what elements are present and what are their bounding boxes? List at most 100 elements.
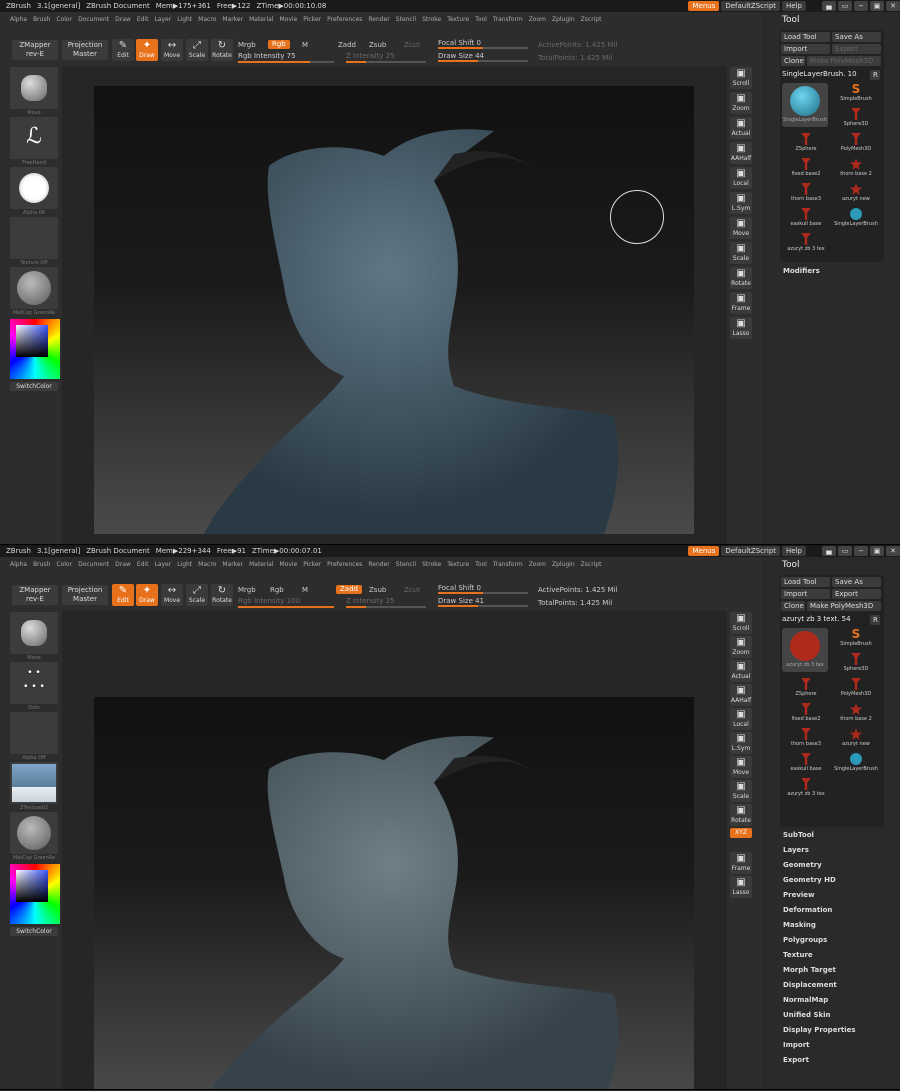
menu-zoom[interactable]: Zoom [529, 16, 546, 23]
tool-item[interactable]: SingleLayerBrush [832, 208, 880, 232]
tool-item[interactable]: easkull base [782, 753, 830, 777]
menus-toggle-button[interactable]: Menus [688, 546, 720, 556]
tool-item[interactable]: S SimpleBrush [832, 628, 880, 652]
shelf-scale-button[interactable]: ▣ Scale [730, 242, 752, 264]
window-icon[interactable]: ▭ [838, 546, 852, 556]
tool-item[interactable]: easkull base [782, 208, 830, 232]
tool-section-geometry[interactable]: Geometry [783, 861, 822, 869]
menu-transform[interactable]: Transform [493, 561, 523, 568]
tool-section-morph-target[interactable]: Morph Target [783, 966, 836, 974]
color-picker[interactable] [10, 864, 60, 924]
move-mode-button[interactable]: ↔ Move [161, 39, 183, 61]
menu-stencil[interactable]: Stencil [396, 561, 416, 568]
draw-mode-button[interactable]: ✦ Draw [136, 39, 158, 61]
menu-macro[interactable]: Macro [198, 16, 216, 23]
tool-item[interactable]: azuryt new [832, 183, 880, 207]
color-sv-square[interactable] [16, 325, 48, 357]
minimize-icon[interactable]: − [854, 546, 868, 556]
menu-brush[interactable]: Brush [33, 561, 50, 568]
draw-size-track[interactable] [438, 605, 528, 607]
tool-section-display-properties[interactable]: Display Properties [783, 1026, 856, 1034]
m-button[interactable]: M [302, 586, 308, 594]
m-button[interactable]: M [302, 41, 308, 49]
tool-item[interactable]: Sphere3D [832, 653, 880, 677]
shelf-lasso-button[interactable]: ▣ Lasso [730, 876, 752, 898]
switch-color-button[interactable]: SwitchColor [10, 927, 58, 936]
z-intensity-track[interactable] [346, 61, 426, 63]
make-polymesh-button[interactable]: Make PolyMesh3D [807, 601, 881, 611]
menu-stroke[interactable]: Stroke [422, 16, 441, 23]
material-slot[interactable] [10, 267, 58, 309]
menu-edit[interactable]: Edit [137, 16, 149, 23]
rgb-button[interactable]: Rgb [268, 40, 290, 49]
tool-item[interactable]: thorn base3 [782, 183, 830, 207]
menu-picker[interactable]: Picker [303, 561, 321, 568]
stroke-slot[interactable]: ℒ [10, 117, 58, 159]
menu-render[interactable]: Render [368, 561, 389, 568]
color-sv-square[interactable] [16, 870, 48, 902]
menu-movie[interactable]: Movie [279, 16, 297, 23]
texture-slot[interactable] [10, 217, 58, 259]
zsub-button[interactable]: Zsub [369, 586, 386, 594]
shelf-scroll-button[interactable]: ▣ Scroll [730, 67, 752, 89]
tool-section-deformation[interactable]: Deformation [783, 906, 832, 914]
rgb-intensity-slider[interactable]: Rgb Intensity 75 [238, 52, 296, 60]
tool-item[interactable]: PolyMesh3D [832, 133, 880, 157]
menu-preferences[interactable]: Preferences [327, 561, 362, 568]
rotate-mode-button[interactable]: ↻ Rotate [211, 584, 233, 606]
zcut-button[interactable]: Zcut [404, 41, 420, 49]
default-zscript-button[interactable]: DefaultZScript [721, 546, 781, 556]
zmapper-button[interactable]: ZMapper rev-E [12, 585, 58, 605]
import-button[interactable]: Import [781, 44, 830, 54]
restore-icon[interactable]: ▣ [870, 546, 884, 556]
zcut-button[interactable]: Zcut [404, 586, 420, 594]
rotate-mode-button[interactable]: ↻ Rotate [211, 39, 233, 61]
tool-item[interactable]: thorn base 2 [832, 158, 880, 182]
import-button[interactable]: Import [781, 589, 830, 599]
sculpt-viewport[interactable] [94, 86, 694, 534]
draw-mode-button[interactable]: ✦ Draw [136, 584, 158, 606]
menu-movie[interactable]: Movie [279, 561, 297, 568]
tool-item[interactable]: ZSphere [782, 678, 830, 702]
mrgb-button[interactable]: Mrgb [238, 586, 256, 594]
window-icon[interactable]: ▭ [838, 1, 852, 11]
brush-slot[interactable] [10, 67, 58, 109]
menu-document[interactable]: Document [78, 561, 109, 568]
shelf-zoom-button[interactable]: ▣ Zoom [730, 636, 752, 658]
menu-zscript[interactable]: Zscript [581, 16, 602, 23]
menu-stencil[interactable]: Stencil [396, 16, 416, 23]
tool-item[interactable]: PolyMesh3D [832, 678, 880, 702]
tool-item[interactable]: S SimpleBrush [832, 83, 880, 107]
tool-section-import[interactable]: Import [783, 1041, 810, 1049]
menu-color[interactable]: Color [56, 561, 72, 568]
reset-tool-button[interactable]: R [870, 70, 880, 80]
shelf-lsym-button[interactable]: ▣ L.Sym [730, 192, 752, 214]
menu-brush[interactable]: Brush [33, 16, 50, 23]
zsub-button[interactable]: Zsub [369, 41, 386, 49]
load-tool-button[interactable]: Load Tool [781, 577, 830, 587]
tool-section-preview[interactable]: Preview [783, 891, 815, 899]
menu-zoom[interactable]: Zoom [529, 561, 546, 568]
shelf-rotate-button[interactable]: ▣ Rotate [730, 804, 752, 826]
menu-render[interactable]: Render [368, 16, 389, 23]
menu-draw[interactable]: Draw [115, 561, 131, 568]
tool-item[interactable]: azuryt new [832, 728, 880, 752]
minimize-icon[interactable]: − [854, 1, 868, 11]
save-icon[interactable]: ▄ [822, 546, 836, 556]
menus-toggle-button[interactable]: Menus [688, 1, 720, 11]
draw-size-slider[interactable]: Draw Size 41 [438, 597, 484, 605]
rgb-intensity-track[interactable] [238, 61, 334, 63]
tool-item[interactable]: SingleLayerBrush [832, 753, 880, 777]
shelf-zoom-button[interactable]: ▣ Zoom [730, 92, 752, 114]
help-button[interactable]: Help [782, 1, 806, 11]
menu-stroke[interactable]: Stroke [422, 561, 441, 568]
shelf-frame-button[interactable]: ▣ Frame [730, 292, 752, 314]
tool-item[interactable]: ZSphere [782, 133, 830, 157]
tool-section-masking[interactable]: Masking [783, 921, 816, 929]
shelf-lsym-button[interactable]: ▣ L.Sym [730, 732, 752, 754]
menu-marker[interactable]: Marker [222, 16, 243, 23]
z-intensity-slider[interactable]: Z Intensity 25 [346, 52, 395, 60]
menu-texture[interactable]: Texture [447, 16, 469, 23]
rgb-intensity-slider[interactable]: Rgb Intensity 100 [238, 597, 300, 605]
menu-color[interactable]: Color [56, 16, 72, 23]
